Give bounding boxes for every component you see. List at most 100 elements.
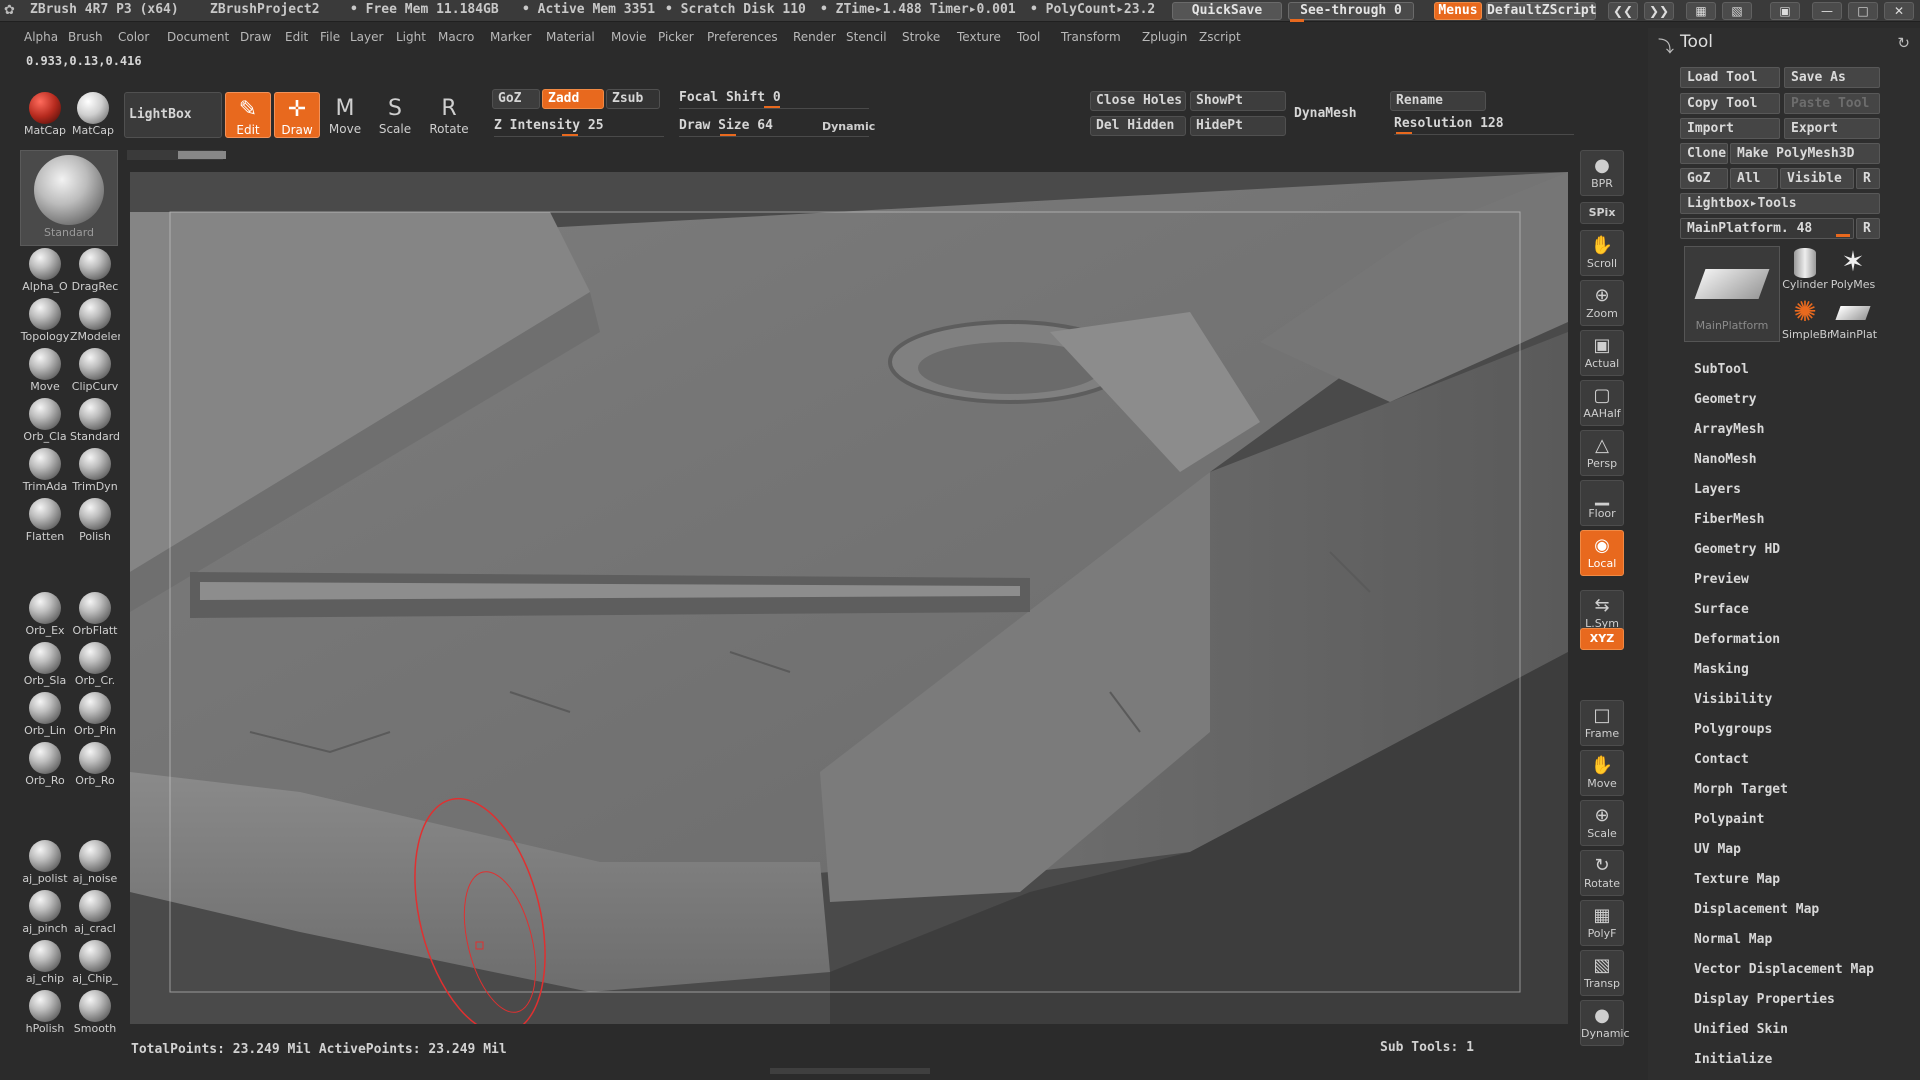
menu-edit[interactable]: Edit bbox=[285, 30, 308, 44]
menu-picker[interactable]: Picker bbox=[658, 30, 694, 44]
tool-section-initialize[interactable]: Initialize bbox=[1694, 1052, 1772, 1067]
menu-layer[interactable]: Layer bbox=[350, 30, 383, 44]
brush-11-0[interactable]: aj_pinch bbox=[20, 888, 70, 936]
tool-section-normal-map[interactable]: Normal Map bbox=[1694, 932, 1772, 947]
lightbox-tools-button[interactable]: Lightbox▸Tools bbox=[1680, 193, 1880, 214]
paste-tool-button[interactable]: Paste Tool bbox=[1784, 93, 1880, 114]
move-mode-button[interactable]: M Move bbox=[322, 92, 368, 138]
tool-goz-all-button[interactable]: All bbox=[1730, 168, 1778, 189]
menu-material[interactable]: Material bbox=[546, 30, 595, 44]
show-pt-button[interactable]: ShowPt bbox=[1190, 91, 1286, 111]
menu-marker[interactable]: Marker bbox=[490, 30, 531, 44]
tool-thumb-mainplat[interactable]: MainPlat bbox=[1830, 296, 1877, 344]
matcap-red-button[interactable]: MatCap bbox=[22, 92, 68, 140]
collapse-right-icon[interactable]: ❯❯ bbox=[1644, 2, 1674, 20]
menu-tool[interactable]: Tool bbox=[1017, 30, 1040, 44]
focal-shift-slider[interactable]: Focal Shift 0 bbox=[679, 90, 781, 105]
tool-section-morph-target[interactable]: Morph Target bbox=[1694, 782, 1788, 797]
tool-section-contact[interactable]: Contact bbox=[1694, 752, 1749, 767]
brush-0-0[interactable]: Alpha_O bbox=[20, 246, 70, 294]
view-move-button[interactable]: ✋ Move bbox=[1580, 750, 1624, 796]
bottom-tray-handle[interactable] bbox=[770, 1068, 930, 1074]
rotate-mode-button[interactable]: R Rotate bbox=[426, 92, 472, 138]
brush-7-1[interactable]: Orb_Cr. bbox=[70, 640, 120, 688]
edit-mode-button[interactable]: ✎ Edit bbox=[225, 92, 271, 138]
scale-mode-button[interactable]: S Scale bbox=[372, 92, 418, 138]
brush-8-1[interactable]: Orb_Pin bbox=[70, 690, 120, 738]
tool-section-vector-displacement-map[interactable]: Vector Displacement Map bbox=[1694, 962, 1874, 977]
brush-9-0[interactable]: Orb_Ro bbox=[20, 740, 70, 788]
view-persp-button[interactable]: △ Persp bbox=[1580, 430, 1624, 476]
canvas-viewport[interactable] bbox=[130, 172, 1568, 1024]
tool-goz-button[interactable]: GoZ bbox=[1680, 168, 1728, 189]
make-polymesh3d-button[interactable]: Make PolyMesh3D bbox=[1730, 143, 1880, 164]
menu-zplugin[interactable]: Zplugin bbox=[1142, 30, 1187, 44]
tool-section-unified-skin[interactable]: Unified Skin bbox=[1694, 1022, 1788, 1037]
layout-icon[interactable]: ▦ bbox=[1686, 2, 1716, 20]
tool-section-preview[interactable]: Preview bbox=[1694, 572, 1749, 587]
view-bpr-button[interactable]: ● BPR bbox=[1580, 150, 1624, 196]
document-scroll-thumb[interactable] bbox=[178, 151, 226, 159]
brush-1-0[interactable]: Topology bbox=[20, 296, 70, 344]
menu-stroke[interactable]: Stroke bbox=[902, 30, 940, 44]
view-polyf-button[interactable]: ▦ PolyF bbox=[1580, 900, 1624, 946]
goz-toggle[interactable]: GoZ bbox=[492, 89, 540, 109]
resolution-slider[interactable]: Resolution 128 bbox=[1394, 116, 1504, 131]
brush-4-0[interactable]: TrimAda bbox=[20, 446, 70, 494]
brush-10-0[interactable]: aj_polist bbox=[20, 838, 70, 886]
current-tool-slider[interactable]: MainPlatform. 48 bbox=[1680, 218, 1854, 239]
tool-section-geometry[interactable]: Geometry bbox=[1694, 392, 1757, 407]
view-dynamic-button[interactable]: ● Dynamic bbox=[1580, 1000, 1630, 1046]
refresh-icon[interactable]: ↻ bbox=[1897, 34, 1910, 52]
lightbox-button[interactable]: LightBox bbox=[124, 92, 222, 138]
tool-section-deformation[interactable]: Deformation bbox=[1694, 632, 1780, 647]
menu-document[interactable]: Document bbox=[167, 30, 229, 44]
tool-section-visibility[interactable]: Visibility bbox=[1694, 692, 1772, 707]
z-intensity-slider[interactable]: Z Intensity 25 bbox=[494, 118, 604, 133]
tool-palette-pin-icon[interactable]: ⤵ bbox=[1658, 33, 1674, 57]
tool-section-uv-map[interactable]: UV Map bbox=[1694, 842, 1741, 857]
tool-thumb-polymesh[interactable]: ✶ PolyMes bbox=[1830, 246, 1876, 294]
tool-section-texture-map[interactable]: Texture Map bbox=[1694, 872, 1780, 887]
export-button[interactable]: Export bbox=[1784, 118, 1880, 139]
load-tool-button[interactable]: Load Tool bbox=[1680, 67, 1780, 88]
tool-thumb-cylinder[interactable]: Cylinder bbox=[1782, 246, 1828, 294]
view-aahalf-button[interactable]: ▢ AAHalf bbox=[1580, 380, 1624, 426]
menu-transform[interactable]: Transform bbox=[1061, 30, 1121, 44]
menu-macro[interactable]: Macro bbox=[438, 30, 474, 44]
tool-section-masking[interactable]: Masking bbox=[1694, 662, 1749, 677]
menu-render[interactable]: Render bbox=[793, 30, 836, 44]
view-actual-button[interactable]: ▣ Actual bbox=[1580, 330, 1624, 376]
dynamesh-button[interactable]: DynaMesh bbox=[1294, 106, 1357, 121]
tool-section-polypaint[interactable]: Polypaint bbox=[1694, 812, 1764, 827]
close-holes-button[interactable]: Close Holes bbox=[1090, 91, 1186, 111]
view-scroll-button[interactable]: ✋ Scroll bbox=[1580, 230, 1624, 276]
menu-brush[interactable]: Brush bbox=[68, 30, 103, 44]
draw-mode-button[interactable]: ✛ Draw bbox=[274, 92, 320, 138]
view-local-button[interactable]: ◉ Local bbox=[1580, 530, 1624, 576]
tool-section-geometry-hd[interactable]: Geometry HD bbox=[1694, 542, 1780, 557]
dynamic-toggle[interactable]: Dynamic bbox=[822, 120, 875, 133]
del-hidden-button[interactable]: Del Hidden bbox=[1090, 116, 1186, 136]
zsub-toggle[interactable]: Zsub bbox=[606, 89, 660, 109]
menu-color[interactable]: Color bbox=[118, 30, 149, 44]
brush-12-0[interactable]: aj_chip bbox=[20, 938, 70, 986]
tool-section-subtool[interactable]: SubTool bbox=[1694, 362, 1749, 377]
brush-13-1[interactable]: Smooth bbox=[70, 988, 120, 1036]
tool-thumb-simplebrush[interactable]: ✺ SimpleBr bbox=[1782, 296, 1832, 344]
tool-goz-r-button[interactable]: R bbox=[1856, 168, 1880, 189]
brush-8-0[interactable]: Orb_Lin bbox=[20, 690, 70, 738]
brush-6-1[interactable]: OrbFlatt bbox=[70, 590, 120, 638]
view-xyz-button[interactable]: XYZ bbox=[1580, 628, 1624, 650]
brush-2-0[interactable]: Move bbox=[20, 346, 70, 394]
brush-6-0[interactable]: Orb_Ex bbox=[20, 590, 70, 638]
menu-alpha[interactable]: Alpha bbox=[24, 30, 58, 44]
brush-10-1[interactable]: aj_noise bbox=[70, 838, 120, 886]
clone-button[interactable]: Clone bbox=[1680, 143, 1728, 164]
brush-9-1[interactable]: Orb_Ro bbox=[70, 740, 120, 788]
tool-section-polygroups[interactable]: Polygroups bbox=[1694, 722, 1772, 737]
brush-4-1[interactable]: TrimDyn bbox=[70, 446, 120, 494]
view-transp-button[interactable]: ▧ Transp bbox=[1580, 950, 1624, 996]
menu-texture[interactable]: Texture bbox=[957, 30, 1001, 44]
maximize-icon[interactable]: □ bbox=[1848, 2, 1878, 20]
